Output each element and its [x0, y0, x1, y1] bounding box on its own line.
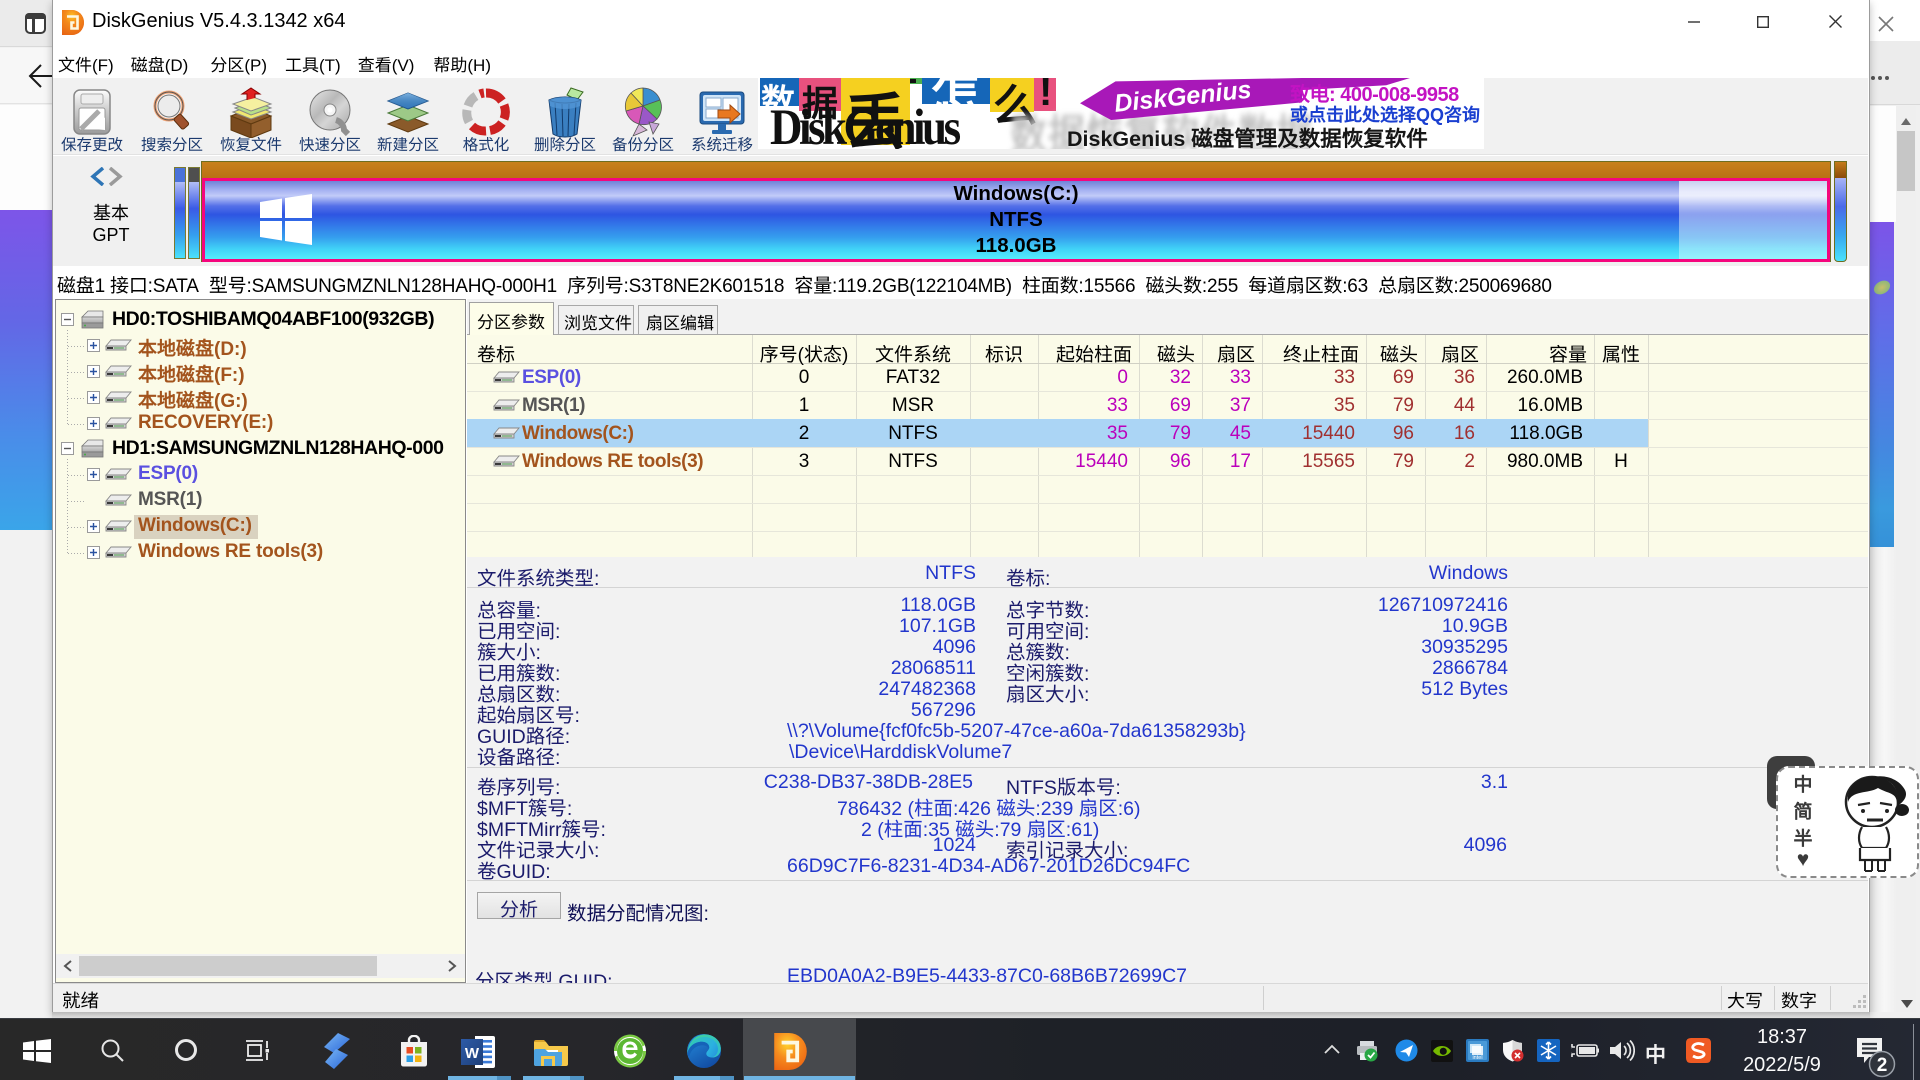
svg-text:W: W: [465, 1045, 480, 1062]
svg-text:intel: intel: [1472, 1055, 1482, 1061]
svg-text:2: 2: [1877, 1055, 1888, 1076]
